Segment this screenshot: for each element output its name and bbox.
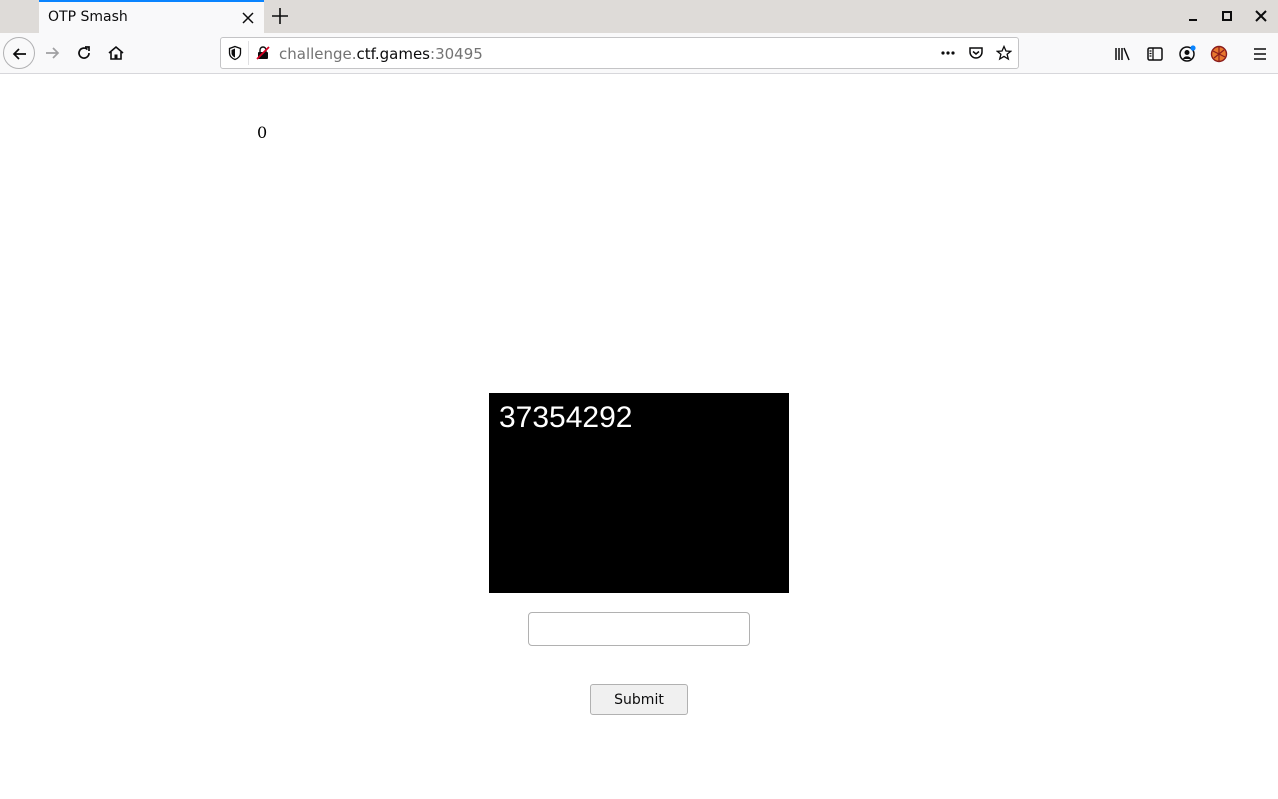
tab-title: OTP Smash xyxy=(48,9,128,25)
bookmark-star-icon[interactable] xyxy=(995,44,1013,61)
hamburger-menu-icon[interactable] xyxy=(1251,45,1269,63)
home-icon[interactable] xyxy=(101,38,131,68)
insecure-lock-icon[interactable] xyxy=(255,45,271,61)
submit-button[interactable]: Submit xyxy=(590,684,688,715)
extension-icon[interactable] xyxy=(1210,45,1228,63)
navigation-toolbar: challenge.ctf.games:30495 xyxy=(0,33,1278,74)
back-button[interactable] xyxy=(3,37,35,69)
otp-display: 37354292 xyxy=(489,393,789,593)
score-counter: 0 xyxy=(257,123,268,142)
url-text[interactable]: challenge.ctf.games:30495 xyxy=(279,45,483,63)
url-port: :30495 xyxy=(430,45,483,63)
tracking-shield-icon[interactable] xyxy=(227,45,243,61)
url-divider xyxy=(248,41,249,65)
reload-icon[interactable] xyxy=(69,38,99,68)
otp-input[interactable] xyxy=(528,612,750,646)
forward-button[interactable] xyxy=(37,38,67,68)
tab-otp-smash[interactable]: OTP Smash xyxy=(39,0,264,33)
library-icon[interactable] xyxy=(1114,45,1132,63)
otp-code: 37354292 xyxy=(499,401,633,434)
maximize-icon[interactable] xyxy=(1219,8,1235,24)
new-tab-icon[interactable] xyxy=(269,5,291,27)
page-actions-icon[interactable] xyxy=(940,45,956,61)
close-window-icon[interactable] xyxy=(1253,8,1269,24)
minimize-icon[interactable] xyxy=(1185,8,1201,24)
sidebar-icon[interactable] xyxy=(1146,45,1164,63)
tab-strip: OTP Smash xyxy=(0,0,1278,33)
address-bar[interactable]: challenge.ctf.games:30495 xyxy=(220,37,1019,69)
url-host: ctf.games xyxy=(356,45,431,63)
pocket-icon[interactable] xyxy=(968,45,984,61)
url-subdomain: challenge. xyxy=(279,45,357,63)
account-icon[interactable] xyxy=(1178,45,1196,63)
close-tab-icon[interactable] xyxy=(238,8,258,28)
